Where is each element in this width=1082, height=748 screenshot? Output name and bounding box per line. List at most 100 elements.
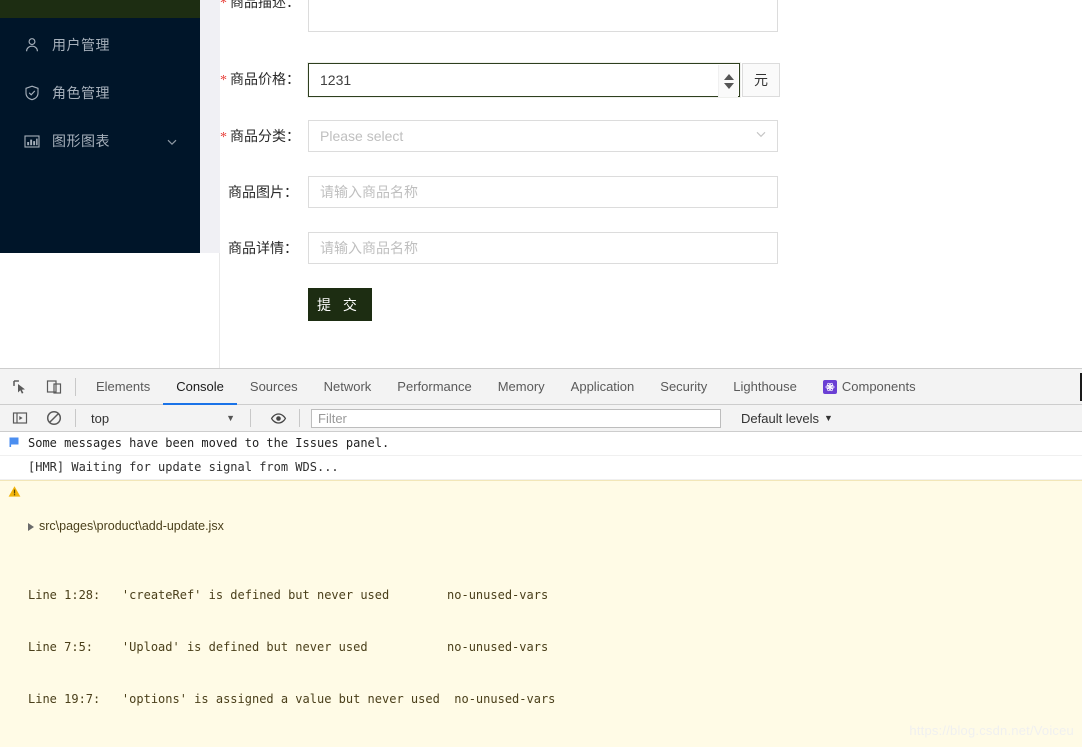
chevron-down-icon bbox=[166, 135, 178, 147]
tab-memory[interactable]: Memory bbox=[485, 369, 558, 405]
toolbar-divider bbox=[250, 409, 251, 427]
console-filter-placeholder: Filter bbox=[318, 410, 347, 426]
sidebar-item-role-management[interactable]: 角色管理 bbox=[0, 73, 200, 113]
app-viewport: 用户管理 角色管理 图形图表 * 商品描述： * 商品价格： 1231 元 * … bbox=[0, 0, 1082, 368]
console-warning-body: src\pages\product\add-update.jsx Line 1:… bbox=[28, 484, 555, 747]
console-warning-lines: Line 1:28: 'createRef' is defined but ne… bbox=[28, 553, 555, 740]
console-message-text: [HMR] Waiting for update signal from WDS… bbox=[28, 460, 339, 474]
product-image-placeholder: 请输入商品名称 bbox=[320, 184, 418, 200]
field-control-submit: 提 交 bbox=[308, 288, 372, 321]
chevron-down-icon[interactable]: ▼ bbox=[226, 413, 235, 423]
sidebar-gutter bbox=[200, 0, 220, 253]
sidebar-brand-bar bbox=[0, 0, 200, 18]
tab-elements[interactable]: Elements bbox=[83, 369, 163, 405]
product-price-input[interactable]: 1231 bbox=[308, 63, 740, 97]
form-row-product-description: *商品描述： 请输入商品描述 bbox=[220, 0, 778, 32]
field-label-product-description: * 商品描述： bbox=[220, 0, 308, 20]
number-stepper[interactable] bbox=[718, 65, 738, 97]
required-marker: * bbox=[220, 130, 227, 145]
sidebar-item-label: 角色管理 bbox=[52, 85, 110, 101]
field-label-product-category: * 商品分类： bbox=[220, 128, 300, 145]
console-warning-line: Line 7:5: 'Upload' is defined but never … bbox=[28, 640, 549, 654]
sidebar-item-label: 图形图表 bbox=[52, 133, 110, 149]
tab-security[interactable]: Security bbox=[647, 369, 720, 405]
console-warning-path: src\pages\product\add-update.jsx bbox=[39, 519, 224, 533]
field-control-product-image: 请输入商品名称 bbox=[308, 176, 778, 208]
console-filter-input[interactable]: Filter bbox=[311, 408, 721, 428]
required-marker: * bbox=[220, 73, 227, 88]
console-levels-label: Default levels bbox=[741, 410, 820, 426]
devtools-tabbar: Elements Console Sources Network Perform… bbox=[0, 369, 1082, 405]
stepper-down-icon[interactable] bbox=[723, 82, 734, 89]
product-image-input[interactable]: 请输入商品名称 bbox=[308, 176, 778, 208]
product-form: *商品描述： 请输入商品描述 *商品价格： 1231 bbox=[220, 0, 1082, 368]
tab-performance[interactable]: Performance bbox=[384, 369, 484, 405]
submit-button[interactable]: 提 交 bbox=[308, 288, 372, 321]
product-category-select[interactable]: Please select bbox=[308, 120, 778, 152]
console-message-text: Some messages have been moved to the Iss… bbox=[28, 436, 390, 450]
console-message-list[interactable]: Some messages have been moved to the Iss… bbox=[0, 432, 1082, 747]
chevron-down-icon[interactable] bbox=[755, 127, 767, 145]
shield-check-icon bbox=[24, 85, 40, 101]
sidebar-item-label: 用户管理 bbox=[52, 37, 110, 53]
product-detail-placeholder: 请输入商品名称 bbox=[320, 240, 418, 256]
console-warning-line: Line 1:28: 'createRef' is defined but ne… bbox=[28, 588, 549, 602]
product-price-value: 1231 bbox=[320, 72, 352, 88]
issues-flag-icon bbox=[0, 435, 28, 448]
console-levels-dropdown[interactable]: Default levels ▼ bbox=[741, 411, 833, 426]
console-toolbar: top ▼ Filter Default levels ▼ bbox=[0, 405, 1082, 432]
devtools-panel: Elements Console Sources Network Perform… bbox=[0, 368, 1082, 748]
tab-components-label: Components bbox=[841, 379, 916, 394]
toolbar-divider bbox=[75, 409, 76, 427]
watermark: https://blog.csdn.net/Voiceu bbox=[909, 723, 1074, 738]
field-label-product-image: 商品图片： bbox=[228, 184, 298, 200]
field-control-product-price: 1231 元 bbox=[308, 63, 780, 97]
console-sidebar-icon[interactable] bbox=[6, 404, 34, 432]
field-label-product-detail: 商品详情： bbox=[228, 240, 298, 256]
field-control-product-description: 请输入商品描述 bbox=[308, 0, 778, 32]
sidebar-item-user-management[interactable]: 用户管理 bbox=[0, 25, 200, 65]
product-price-unit-addon: 元 bbox=[742, 63, 780, 97]
form-row-product-price: * 商品价格： 1231 元 bbox=[220, 63, 780, 97]
required-marker: * bbox=[220, 0, 227, 11]
form-row-submit: 提 交 bbox=[220, 288, 372, 321]
screenshot-root: 用户管理 角色管理 图形图表 * 商品描述： * 商品价格： 1231 元 * … bbox=[0, 0, 1082, 748]
toolbar-divider bbox=[75, 377, 76, 396]
bar-chart-icon bbox=[24, 133, 40, 149]
tab-application[interactable]: Application bbox=[558, 369, 648, 405]
field-control-product-category: Please select bbox=[308, 120, 778, 152]
tab-network[interactable]: Network bbox=[311, 369, 385, 405]
expand-triangle-icon[interactable] bbox=[28, 522, 34, 531]
product-category-placeholder: Please select bbox=[320, 128, 404, 144]
console-warning-header[interactable]: src\pages\product\add-update.jsx bbox=[28, 518, 555, 535]
submit-row-spacer bbox=[220, 288, 308, 320]
tab-sources[interactable]: Sources bbox=[237, 369, 311, 405]
console-warning-line: Line 19:7: 'options' is assigned a value… bbox=[28, 692, 556, 706]
field-label-product-price: * 商品价格： bbox=[220, 71, 300, 88]
product-detail-input[interactable]: 请输入商品名称 bbox=[308, 232, 778, 264]
form-row-product-category: * 商品分类： Please select bbox=[220, 120, 778, 154]
message-gutter bbox=[0, 459, 28, 460]
warning-triangle-icon bbox=[0, 484, 28, 498]
console-message-plain[interactable]: [HMR] Waiting for update signal from WDS… bbox=[0, 456, 1082, 480]
console-message-info[interactable]: Some messages have been moved to the Iss… bbox=[0, 432, 1082, 456]
sidebar-item-charts[interactable]: 图形图表 bbox=[0, 121, 200, 161]
clear-console-icon[interactable] bbox=[40, 404, 68, 432]
form-row-product-detail: 商品详情： 请输入商品名称 bbox=[220, 232, 778, 264]
tab-lighthouse[interactable]: Lighthouse bbox=[720, 369, 810, 405]
execution-context-select[interactable]: top ▼ bbox=[83, 408, 243, 428]
live-expression-icon[interactable] bbox=[264, 404, 292, 432]
form-row-product-image: 商品图片： 请输入商品名称 bbox=[220, 176, 778, 208]
product-description-textarea[interactable]: 请输入商品描述 bbox=[308, 0, 778, 32]
console-message-warning[interactable]: src\pages\product\add-update.jsx Line 1:… bbox=[0, 480, 1082, 747]
stepper-up-icon[interactable] bbox=[723, 73, 734, 80]
user-icon bbox=[24, 37, 40, 53]
inspect-element-icon[interactable] bbox=[6, 373, 34, 401]
chevron-down-icon[interactable]: ▼ bbox=[824, 413, 833, 423]
sidebar-nav: 用户管理 角色管理 图形图表 bbox=[0, 18, 200, 253]
device-toolbar-icon[interactable] bbox=[40, 373, 68, 401]
execution-context-value: top bbox=[91, 410, 110, 426]
tab-components[interactable]: Components bbox=[810, 369, 929, 405]
react-icon bbox=[822, 379, 837, 394]
tab-console[interactable]: Console bbox=[163, 369, 237, 405]
